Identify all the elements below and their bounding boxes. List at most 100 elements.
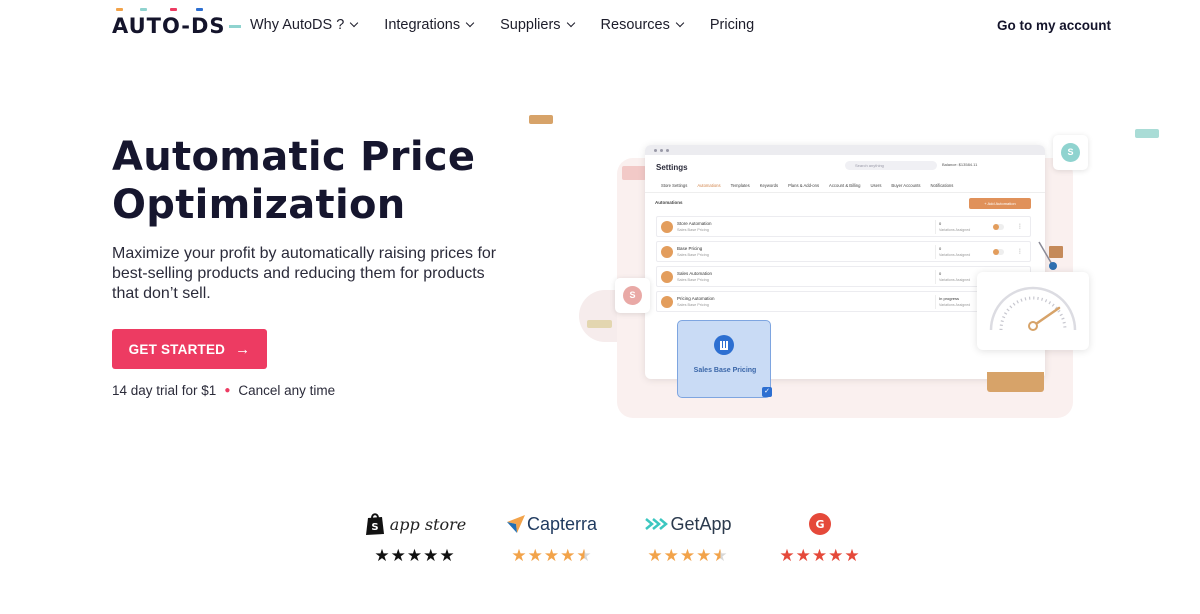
- star-icon: ★: [423, 546, 440, 565]
- logo-text: AUTO-DS: [112, 14, 226, 38]
- s-badge-teal: S: [1053, 135, 1088, 170]
- star-rating: ★ ★ ★ ★ ★: [633, 546, 743, 566]
- sales-base-pricing-card: Sales Base Pricing ✓: [677, 320, 772, 398]
- row-count: 0: [939, 246, 942, 251]
- speedometer-icon: [989, 286, 1077, 331]
- automation-row: Sales Automation Sales Base Pricing 0 Va…: [656, 266, 1031, 287]
- row-sub: Sales Base Pricing: [677, 278, 709, 282]
- logo-color-dots: [112, 8, 224, 12]
- nav-label: Suppliers: [500, 17, 561, 33]
- star-icon: ★: [647, 546, 664, 565]
- decor-chip: [529, 115, 553, 124]
- dollar-badge-icon: S: [623, 286, 642, 305]
- balance-label: Balance: $13584.11: [942, 162, 978, 167]
- row-count: 0: [939, 271, 942, 276]
- rating-shopify[interactable]: S app store ★ ★ ★ ★ ★: [360, 510, 470, 570]
- star-icon: ★: [374, 546, 391, 565]
- star-icon: ★: [779, 546, 796, 565]
- trial-price: 14 day trial for $1: [112, 383, 217, 398]
- divider: [935, 295, 936, 309]
- row-count: 0: [939, 221, 942, 226]
- window-titlebar: [645, 145, 1045, 155]
- automation-row: Pricing Automation Sales Base Pricing In…: [656, 291, 1031, 312]
- tab-buyer-accounts: Buyer Accounts: [891, 183, 921, 188]
- go-to-account-link[interactable]: Go to my account: [997, 18, 1111, 33]
- star-half-icon: ★: [712, 546, 729, 565]
- brand-label: app store: [389, 514, 467, 534]
- row-sub: Sales Base Pricing: [677, 253, 709, 257]
- star-rating: ★ ★ ★ ★ ★: [497, 546, 607, 566]
- settings-title: Settings: [656, 163, 688, 172]
- tab-automations: Automations: [697, 183, 721, 188]
- kebab-menu-icon: ⋮: [1017, 224, 1023, 230]
- getapp-brand: GetApp: [633, 510, 743, 538]
- get-started-button[interactable]: GET STARTED →: [112, 329, 267, 369]
- ratings-bar: S app store ★ ★ ★ ★ ★ Capterra ★ ★ ★ ★ ★ Get: [360, 510, 880, 570]
- row-sub: Sales Base Pricing: [677, 228, 709, 232]
- nav-label: Integrations: [384, 17, 461, 33]
- chevron-down-icon: [350, 18, 359, 28]
- chart-icon: [661, 246, 673, 258]
- search-input: Search anything: [845, 161, 937, 170]
- settings-tabs: Store Settings Automations Templates Key…: [661, 183, 963, 188]
- nav-suppliers[interactable]: Suppliers: [500, 17, 575, 33]
- rating-getapp[interactable]: GetApp ★ ★ ★ ★ ★: [633, 510, 743, 570]
- check-icon: ✓: [762, 387, 772, 397]
- chevron-down-icon: [465, 18, 475, 28]
- nav-integrations[interactable]: Integrations: [384, 17, 475, 33]
- automations-section-label: Automations: [655, 200, 683, 205]
- row-name: Pricing Automation: [677, 296, 715, 301]
- shopify-brand: S app store: [360, 510, 470, 538]
- row-name: Store Automation: [677, 221, 712, 226]
- rating-capterra[interactable]: Capterra ★ ★ ★ ★ ★: [497, 510, 607, 570]
- autods-logo[interactable]: AUTO-DS: [112, 8, 241, 40]
- star-half-icon: ★: [576, 546, 593, 565]
- star-icon: ★: [390, 546, 407, 565]
- row-status: Variations Assigned: [939, 228, 971, 232]
- star-icon: ★: [663, 546, 680, 565]
- svg-text:S: S: [371, 522, 378, 533]
- toggle-switch: [993, 249, 1004, 255]
- rating-g2[interactable]: G ★ ★ ★ ★ ★: [765, 510, 875, 570]
- arrow-right-icon: →: [235, 340, 251, 358]
- shopify-bag-icon: S: [365, 513, 384, 535]
- chart-icon: [661, 221, 673, 233]
- trial-info: 14 day trial for $1 ● Cancel any time: [112, 383, 335, 398]
- star-icon: ★: [844, 546, 861, 565]
- star-icon: ★: [543, 546, 561, 565]
- tab-templates: Templates: [730, 183, 750, 188]
- star-icon: ★: [811, 546, 829, 565]
- nav-resources[interactable]: Resources: [601, 17, 685, 33]
- brand-label: Capterra: [526, 513, 598, 534]
- tab-users: Users: [870, 183, 882, 188]
- nav-pricing[interactable]: Pricing: [710, 17, 754, 33]
- star-icon: ★: [679, 546, 697, 565]
- svg-text:G: G: [815, 518, 824, 531]
- chart-icon: [661, 296, 673, 308]
- capterra-arrow-icon: [506, 515, 525, 533]
- capterra-brand: Capterra: [497, 510, 607, 538]
- brand-label: GetApp: [670, 513, 732, 534]
- star-rating: ★ ★ ★ ★ ★: [360, 546, 470, 566]
- chevron-down-icon: [566, 18, 575, 28]
- decor-box: [987, 372, 1044, 392]
- star-icon: ★: [795, 546, 812, 565]
- s-badge-pink: S: [615, 278, 650, 313]
- g2-brand: G: [765, 510, 875, 538]
- dollar-badge-icon: S: [1061, 143, 1080, 162]
- bullet-icon: ●: [224, 385, 231, 396]
- hero-subtitle: Maximize your profit by automatically ra…: [112, 245, 497, 302]
- chart-icon: [661, 271, 673, 283]
- nav-label: Pricing: [709, 17, 755, 33]
- page-title: Automatic Price Optimization: [112, 134, 476, 228]
- row-status: Variations Assigned: [939, 253, 971, 257]
- divider: [935, 270, 936, 284]
- logo-dash: [228, 24, 241, 28]
- star-rating: ★ ★ ★ ★ ★: [765, 546, 875, 566]
- top-nav: AUTO-DS Why AutoDS ? Integrations Suppli…: [0, 0, 1200, 52]
- nav-why-autods[interactable]: Why AutoDS ?: [250, 17, 359, 33]
- tab-plans: Plans & Add-ons: [788, 183, 820, 188]
- tab-keywords: Keywords: [759, 183, 779, 188]
- star-icon: ★: [439, 546, 456, 565]
- trial-cancel: Cancel any time: [238, 383, 336, 398]
